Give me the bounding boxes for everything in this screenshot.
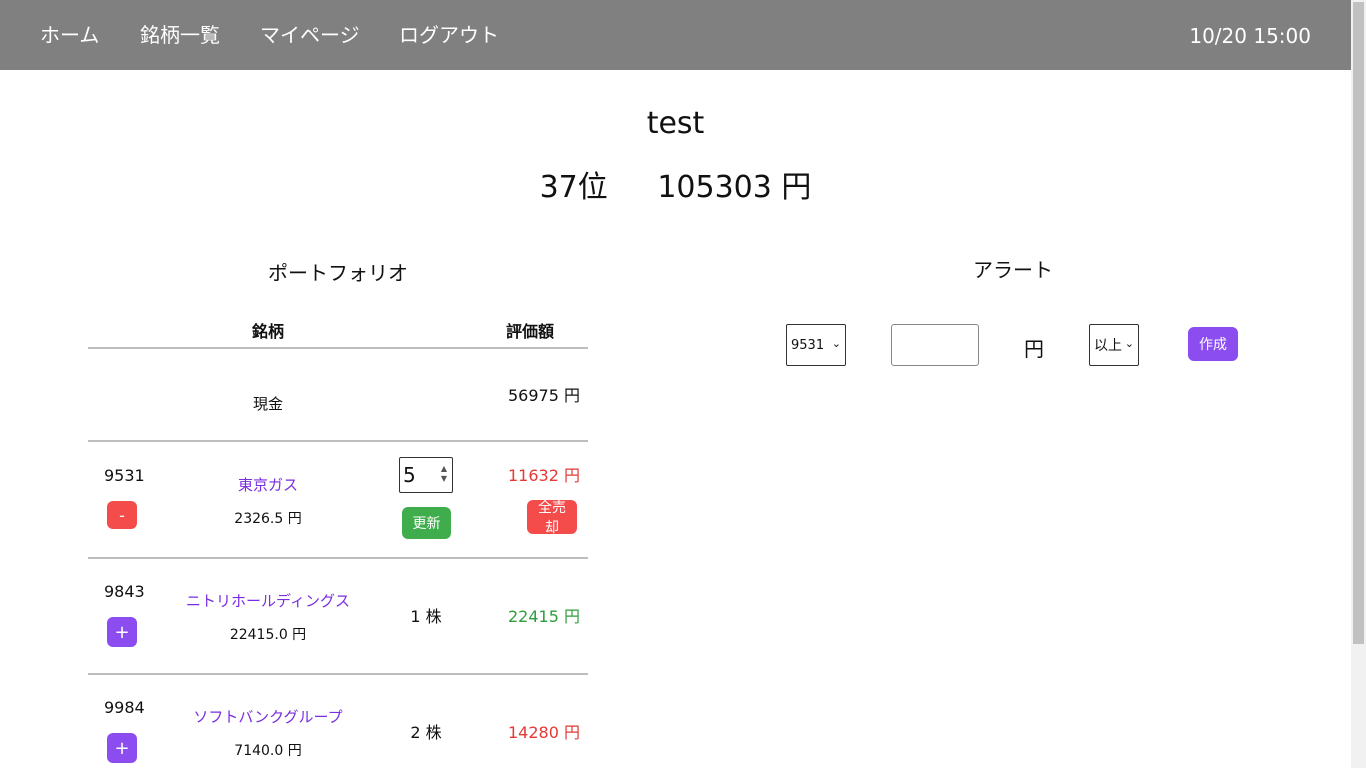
sell-all-button[interactable]: 全売却 <box>527 500 577 536</box>
stock-name-link[interactable]: 東京ガス <box>168 475 368 495</box>
alert-condition-select[interactable]: 以上 ⌄ <box>1089 324 1139 366</box>
chevron-down-icon: ⌄ <box>831 337 841 350</box>
stock-price: 2326.5 円 <box>234 511 302 527</box>
stock-price: 22415.0 円 <box>229 627 307 643</box>
share-count: 1 株 <box>410 607 442 626</box>
current-datetime: 10/20 15:00 <box>1189 24 1311 48</box>
stock-value: 22415 円 <box>508 607 580 626</box>
plus-button[interactable]: + <box>107 617 137 647</box>
username: test <box>646 106 705 141</box>
stock-code: 9531 <box>104 466 145 485</box>
nav-stock-list-link[interactable]: 銘柄一覧 <box>140 22 220 48</box>
alert-price-input[interactable] <box>891 324 979 366</box>
stock-code: 9843 <box>104 582 145 601</box>
header-stock: 銘柄 <box>252 322 285 341</box>
minus-button[interactable]: - <box>107 501 137 529</box>
user-rank: 37位 <box>539 170 608 205</box>
scrollbar-thumb[interactable] <box>1353 2 1364 644</box>
alert-stock-select[interactable]: 9531 ⌄ <box>786 324 846 366</box>
alert-stock-selected: 9531 <box>791 337 825 353</box>
table-divider <box>88 557 588 559</box>
stock-code: 9984 <box>104 698 145 717</box>
cash-value: 56975 円 <box>508 386 580 405</box>
chevron-down-icon: ⌄ <box>1124 337 1134 350</box>
table-divider <box>88 347 588 349</box>
stock-value: 14280 円 <box>508 723 580 742</box>
table-divider <box>88 673 588 675</box>
table-divider <box>88 440 588 442</box>
alert-title: アラート <box>973 258 1053 282</box>
stock-name-link[interactable]: ソフトバンクグループ <box>168 707 368 727</box>
vertical-scrollbar[interactable] <box>1351 0 1366 768</box>
cash-label: 現金 <box>252 395 283 413</box>
plus-button[interactable]: + <box>107 733 137 763</box>
update-button[interactable]: 更新 <box>402 507 451 539</box>
create-alert-button[interactable]: 作成 <box>1188 327 1238 361</box>
quantity-value: 5 <box>403 463 416 487</box>
nav-home-link[interactable]: ホーム <box>40 22 99 48</box>
top-navbar: ホーム 銘柄一覧 マイページ ログアウト 10/20 15:00 <box>0 0 1351 70</box>
spin-arrows-icon[interactable]: ▲ ▼ <box>439 464 449 484</box>
stock-price: 7140.0 円 <box>234 743 302 759</box>
nav-logout-link[interactable]: ログアウト <box>399 22 499 48</box>
header-value: 評価額 <box>506 322 555 341</box>
share-count: 2 株 <box>410 723 442 742</box>
stock-value: 11632 円 <box>508 466 580 485</box>
stock-name-link[interactable]: ニトリホールディングス <box>168 591 368 611</box>
quantity-stepper[interactable]: 5 ▲ ▼ <box>399 457 453 493</box>
alert-price-unit: 円 <box>1024 337 1044 361</box>
portfolio-title: ポートフォリオ <box>268 261 408 285</box>
alert-condition-selected: 以上 <box>1094 338 1122 354</box>
user-summary: 37位 105303 円 <box>0 168 1351 208</box>
nav-mypage-link[interactable]: マイページ <box>260 22 360 48</box>
total-assets: 105303 円 <box>657 170 812 205</box>
